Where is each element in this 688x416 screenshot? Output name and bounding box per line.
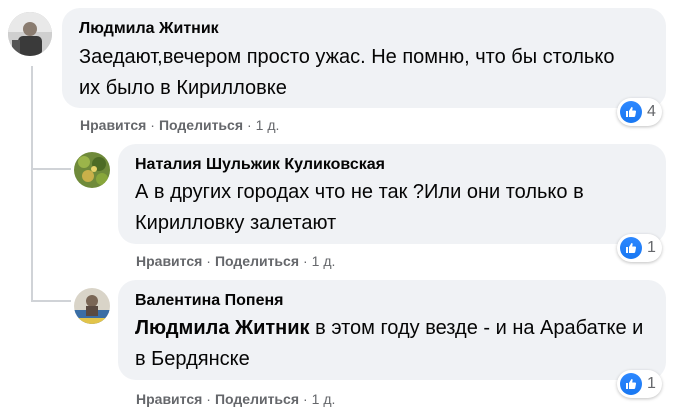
thread-line-vertical (31, 66, 33, 302)
comment-actions: Нравится · Поделиться · 1 д. (80, 117, 279, 133)
comment-actions: Нравится · Поделиться · 1 д. (136, 391, 335, 407)
separator: · (206, 253, 211, 269)
like-button[interactable]: Нравится (136, 391, 202, 407)
comment-author[interactable]: Наталия Шульжик Куликовская (135, 156, 385, 174)
separator: · (303, 253, 308, 269)
share-button[interactable]: Поделиться (159, 117, 243, 133)
reaction-count: 1 (647, 375, 656, 392)
comment-author[interactable]: Валентина Попеня (135, 292, 283, 310)
avatar[interactable] (74, 288, 110, 324)
thread-line-branch-1 (31, 168, 71, 170)
comment-actions: Нравится · Поделиться · 1 д. (136, 253, 335, 269)
like-icon (620, 101, 642, 123)
like-button[interactable]: Нравится (80, 117, 146, 133)
separator: · (150, 117, 155, 133)
comment-text: Заедают,вечером просто ужас. Не помню, ч… (79, 46, 615, 99)
avatar-photo-icon (74, 152, 110, 188)
mention-link[interactable]: Людмила Житник (135, 317, 310, 339)
like-button[interactable]: Нравится (136, 253, 202, 269)
like-icon (620, 237, 642, 259)
separator: · (303, 391, 308, 407)
thread-line-branch-2 (31, 300, 71, 302)
avatar[interactable] (8, 12, 52, 56)
like-icon (620, 373, 642, 395)
reaction-summary[interactable]: 1 (617, 234, 662, 262)
avatar-photo-icon (74, 288, 110, 324)
timestamp[interactable]: 1 д. (312, 253, 336, 269)
timestamp[interactable]: 1 д. (312, 391, 336, 407)
avatar[interactable] (74, 152, 110, 188)
share-button[interactable]: Поделиться (215, 253, 299, 269)
reaction-count: 4 (647, 103, 656, 120)
separator: · (247, 117, 252, 133)
timestamp[interactable]: 1 д. (256, 117, 280, 133)
reaction-summary[interactable]: 1 (617, 370, 662, 398)
comment-text: А в других городах что не так ?Или они т… (135, 181, 584, 234)
reaction-count: 1 (647, 239, 656, 256)
separator: · (206, 391, 211, 407)
comment-author[interactable]: Людмила Житник (79, 20, 219, 38)
share-button[interactable]: Поделиться (215, 391, 299, 407)
comment-text: Людмила Житник в этом году везде - и на … (135, 313, 650, 375)
reaction-summary[interactable]: 4 (617, 98, 662, 126)
avatar-photo-icon (8, 12, 52, 56)
